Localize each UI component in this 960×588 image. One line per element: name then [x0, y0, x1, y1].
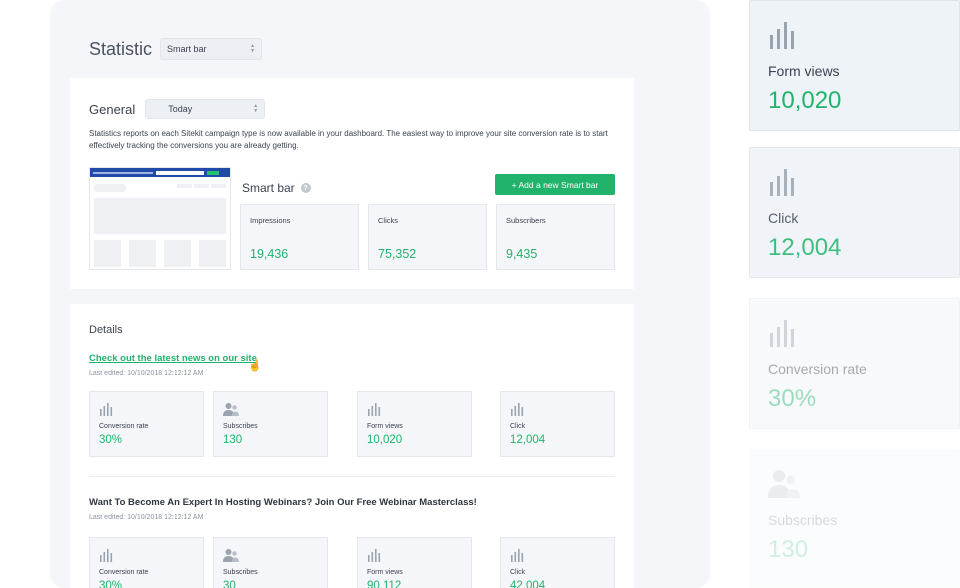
stat-value: 12,004 [510, 434, 546, 446]
divider [89, 476, 615, 477]
metric-label: Subscribers [506, 216, 546, 225]
bar-chart-icon [770, 169, 794, 196]
campaign-type-select[interactable]: Smart bar ▲ ▼ [160, 38, 263, 60]
users-icon [768, 470, 800, 498]
side-card-value: 12,004 [768, 234, 842, 261]
bar-chart-icon [770, 22, 794, 49]
select-arrows-icon: ▲ ▼ [253, 103, 259, 114]
stat-value: 10,020 [367, 434, 403, 446]
add-smartbar-button[interactable]: + Add a new Smart bar [495, 174, 615, 195]
subscribers-card: Subscribers 9,435 [496, 204, 615, 270]
stat-label: Click [510, 569, 526, 576]
hand-cursor-icon: ☝ [248, 360, 262, 372]
stat-label: Conversion rate [99, 569, 149, 576]
metric-value: 75,352 [378, 247, 417, 261]
stat-card-subscribes: Subscribes 130 [213, 391, 328, 457]
clicks-card: Clicks 75,352 [368, 204, 487, 270]
stat-card-subscribes: Subscribes 30 [213, 537, 328, 588]
bar-chart-icon [368, 549, 381, 562]
bar-chart-icon [770, 320, 794, 347]
stat-label: Subscribes [223, 569, 258, 576]
entry-title[interactable]: Want To Become An Expert In Hosting Webi… [89, 497, 477, 508]
period-value: Today [168, 104, 193, 114]
side-card-label: Subscribes [768, 512, 838, 528]
help-icon[interactable]: ? [300, 183, 311, 193]
stat-value: 42,004 [510, 580, 546, 588]
select-arrows-icon: ▲ ▼ [250, 43, 256, 54]
smartbar-heading: Smart bar ? [242, 181, 311, 195]
details-card: Details Check out the latest news on our… [70, 304, 634, 588]
side-card-conversion-rate: Conversion rate 30% [749, 298, 960, 429]
side-card-label: Form views [768, 63, 840, 79]
stat-card-conversion-rate: Conversion rate 30% [89, 537, 204, 588]
users-icon [223, 403, 239, 416]
bar-chart-icon [511, 403, 524, 416]
stat-card-click: Click 12,004 [500, 391, 615, 457]
side-card-value: 30% [768, 385, 817, 412]
bar-chart-icon [511, 549, 524, 562]
side-card-subscribes: Subscribes 130 [749, 449, 960, 588]
metric-value: 9,435 [506, 247, 538, 261]
entry-title-link[interactable]: Check out the latest news on our site [89, 353, 257, 364]
stat-card-conversion-rate: Conversion rate 30% [89, 391, 204, 457]
stat-label: Click [510, 423, 526, 430]
bar-chart-icon [368, 403, 381, 416]
period-select[interactable]: Today ▲ ▼ [145, 99, 266, 119]
general-description: Statistics reports on each Sitekit campa… [89, 129, 608, 150]
stat-label: Conversion rate [99, 423, 149, 430]
smartbar-label: Smart bar [242, 181, 295, 195]
metric-value: 19,436 [250, 247, 289, 261]
entry-edited-date: Last edited: 10/10/2018 12:12:12 AM [89, 370, 204, 377]
general-card: General Today ▲ ▼ Statistics reports on e… [70, 78, 634, 289]
side-card-click: Click 12,004 [749, 147, 960, 278]
campaign-type-value: Smart bar [167, 44, 207, 54]
bar-chart-icon [100, 403, 113, 416]
bar-chart-icon [100, 549, 113, 562]
general-header: General Today ▲ ▼ [89, 99, 266, 119]
side-card-value: 10,020 [768, 87, 842, 114]
statistic-header: Statistic Smart bar ▲ ▼ [89, 38, 263, 60]
side-card-label: Conversion rate [768, 361, 867, 377]
smartbar-preview-thumbnail [89, 167, 231, 270]
stat-value: 130 [223, 434, 243, 446]
stat-value: 90,112 [367, 580, 402, 588]
general-title: General [89, 101, 136, 117]
stat-label: Form views [367, 423, 403, 430]
side-card-value: 130 [768, 536, 809, 563]
stat-value: 30 [223, 580, 236, 588]
stat-value: 30% [99, 434, 123, 446]
entry-edited-date: Last edited: 10/10/2018 12:12:12 AM [89, 514, 204, 521]
users-icon [223, 549, 239, 562]
stat-card-click: Click 42,004 [500, 537, 615, 588]
stat-card-form-views: Form views 90,112 [357, 537, 472, 588]
stat-label: Subscribes [223, 423, 258, 430]
page-title: Statistic [89, 38, 153, 59]
stat-card-form-views: Form views 10,020 [357, 391, 472, 457]
details-title: Details [89, 324, 123, 336]
stat-label: Form views [367, 569, 403, 576]
side-card-label: Click [768, 210, 799, 226]
impressions-card: Impressions 19,436 [240, 204, 359, 270]
side-card-form-views: Form views 10,020 [749, 0, 960, 131]
stat-value: 30% [99, 580, 123, 588]
metric-label: Clicks [378, 216, 398, 225]
metric-label: Impressions [250, 216, 291, 225]
